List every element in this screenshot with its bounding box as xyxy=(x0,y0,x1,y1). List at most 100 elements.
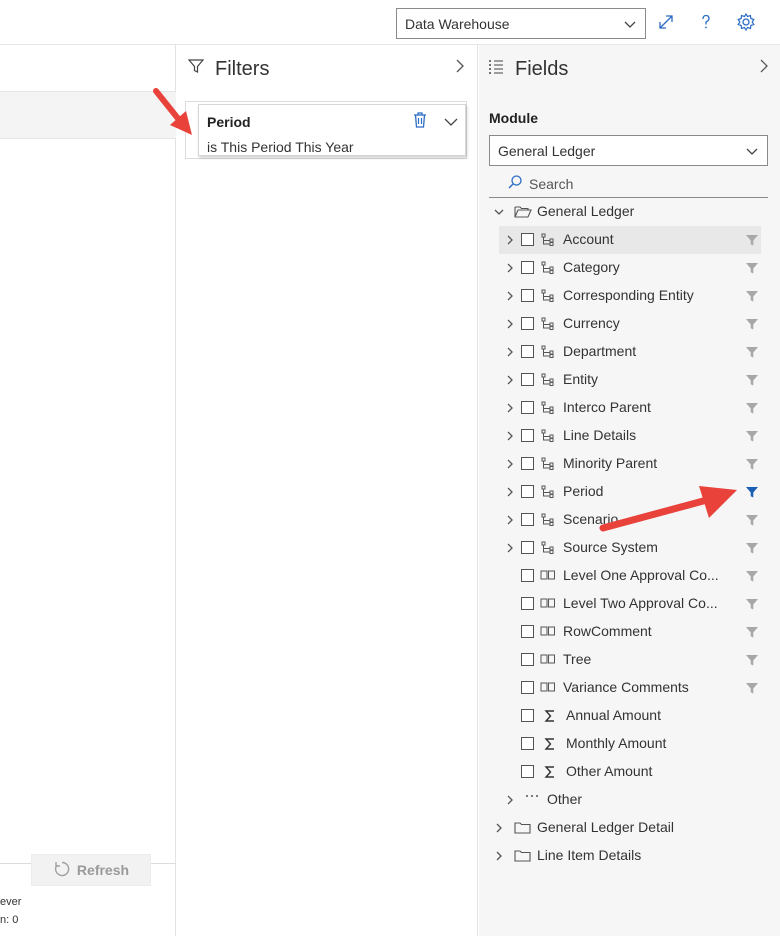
sigma-icon xyxy=(543,737,557,751)
filter-icon[interactable] xyxy=(745,682,761,698)
filter-icon[interactable] xyxy=(745,598,761,614)
field-checkbox[interactable] xyxy=(521,653,534,666)
field-checkbox[interactable] xyxy=(521,289,534,302)
field-rowcomment[interactable]: RowComment xyxy=(499,618,761,646)
filter-card-period[interactable]: Period is This Period This Year xyxy=(198,104,466,156)
chevron-right-icon[interactable] xyxy=(504,374,516,386)
field-checkbox[interactable] xyxy=(521,429,534,442)
chevron-right-icon[interactable] xyxy=(504,514,516,526)
field-scenario[interactable]: Scenario xyxy=(499,506,761,534)
field-checkbox[interactable] xyxy=(521,513,534,526)
chevron-right-icon[interactable] xyxy=(504,290,516,302)
filter-icon[interactable] xyxy=(745,430,761,446)
field-checkbox[interactable] xyxy=(521,681,534,694)
field-checkbox[interactable] xyxy=(521,541,534,554)
field-label: Annual Amount xyxy=(566,707,661,723)
filter-icon[interactable] xyxy=(745,262,761,278)
expand-icon[interactable] xyxy=(654,10,678,34)
field-monthly-amount[interactable]: Monthly Amount xyxy=(499,730,761,758)
field-label: Currency xyxy=(563,315,620,331)
chevron-right-icon[interactable] xyxy=(504,430,516,442)
collapse-fields-icon[interactable] xyxy=(758,58,770,79)
field-checkbox[interactable] xyxy=(521,261,534,274)
field-label: Account xyxy=(563,231,614,247)
field-account[interactable]: Account xyxy=(499,226,761,254)
field-tree[interactable]: Tree xyxy=(499,646,761,674)
chevron-right-icon[interactable] xyxy=(504,262,516,274)
tree-folder-line-item-details[interactable]: Line Item Details xyxy=(493,842,773,870)
field-department[interactable]: Department xyxy=(499,338,761,366)
field-checkbox[interactable] xyxy=(521,737,534,750)
field-line-details[interactable]: Line Details xyxy=(499,422,761,450)
field-checkbox[interactable] xyxy=(521,317,534,330)
tree-folder-general-ledger[interactable]: General Ledger xyxy=(493,198,773,226)
top-bar: Data Warehouse xyxy=(0,0,780,45)
field-currency[interactable]: Currency xyxy=(499,310,761,338)
active-filter-icon[interactable] xyxy=(745,486,761,502)
field-checkbox[interactable] xyxy=(521,373,534,386)
filter-icon[interactable] xyxy=(745,626,761,642)
chevron-right-icon[interactable] xyxy=(504,486,516,498)
field-period[interactable]: Period xyxy=(499,478,761,506)
refresh-button[interactable]: Refresh xyxy=(31,854,151,886)
report-pane: ever n: 0 xyxy=(0,45,176,936)
chevron-right-icon[interactable] xyxy=(504,346,516,358)
chevron-right-icon[interactable] xyxy=(504,402,516,414)
field-other-amount[interactable]: Other Amount xyxy=(499,758,761,786)
field-checkbox[interactable] xyxy=(521,457,534,470)
tree-folder-general-ledger-detail[interactable]: General Ledger Detail xyxy=(493,814,773,842)
filter-icon[interactable] xyxy=(745,654,761,670)
filter-icon[interactable] xyxy=(745,318,761,334)
field-source-system[interactable]: Source System xyxy=(499,534,761,562)
field-corresponding-entity[interactable]: Corresponding Entity xyxy=(499,282,761,310)
field-variance-comments[interactable]: Variance Comments xyxy=(499,674,761,702)
filter-icon[interactable] xyxy=(745,374,761,390)
field-checkbox[interactable] xyxy=(521,709,534,722)
field-annual-amount[interactable]: Annual Amount xyxy=(499,702,761,730)
trash-icon[interactable] xyxy=(412,111,428,132)
field-label: Interco Parent xyxy=(563,399,651,415)
help-icon[interactable] xyxy=(694,10,718,34)
filter-icon[interactable] xyxy=(745,290,761,306)
filter-icon[interactable] xyxy=(745,458,761,474)
field-category[interactable]: Category xyxy=(499,254,761,282)
collapse-filters-icon[interactable] xyxy=(454,58,466,79)
field-checkbox[interactable] xyxy=(521,625,534,638)
chevron-right-icon[interactable] xyxy=(504,542,516,554)
field-label: Level Two Approval Co... xyxy=(563,595,718,611)
chevron-right-icon[interactable] xyxy=(504,794,516,806)
chevron-right-icon[interactable] xyxy=(493,822,505,834)
filter-icon[interactable] xyxy=(745,542,761,558)
field-level-one-approval-co[interactable]: Level One Approval Co... xyxy=(499,562,761,590)
field-interco-parent[interactable]: Interco Parent xyxy=(499,394,761,422)
field-checkbox[interactable] xyxy=(521,485,534,498)
field-checkbox[interactable] xyxy=(521,345,534,358)
filter-icon[interactable] xyxy=(745,514,761,530)
field-checkbox[interactable] xyxy=(521,233,534,246)
chevron-right-icon[interactable] xyxy=(504,234,516,246)
datasource-select[interactable]: Data Warehouse xyxy=(396,8,646,39)
hierarchy-icon xyxy=(541,373,557,387)
field-label: Category xyxy=(563,259,620,275)
filter-icon[interactable] xyxy=(745,402,761,418)
chevron-right-icon[interactable] xyxy=(493,850,505,862)
chevron-down-icon[interactable] xyxy=(493,206,505,218)
field-checkbox[interactable] xyxy=(521,569,534,582)
filter-icon[interactable] xyxy=(745,234,761,250)
field-checkbox[interactable] xyxy=(521,765,534,778)
field-search-input[interactable]: Search xyxy=(489,170,768,198)
chevron-right-icon[interactable] xyxy=(504,458,516,470)
chevron-right-icon[interactable] xyxy=(504,318,516,330)
module-select[interactable]: General Ledger xyxy=(489,135,768,166)
tree-group-other[interactable]: Other xyxy=(499,786,761,814)
field-checkbox[interactable] xyxy=(521,401,534,414)
field-checkbox[interactable] xyxy=(521,597,534,610)
field-entity[interactable]: Entity xyxy=(499,366,761,394)
filter-icon[interactable] xyxy=(745,570,761,586)
field-label: Scenario xyxy=(563,511,619,527)
field-level-two-approval-co[interactable]: Level Two Approval Co... xyxy=(499,590,761,618)
field-minority-parent[interactable]: Minority Parent xyxy=(499,450,761,478)
chevron-down-icon[interactable] xyxy=(443,115,459,132)
settings-icon[interactable] xyxy=(734,10,758,34)
filter-icon[interactable] xyxy=(745,346,761,362)
